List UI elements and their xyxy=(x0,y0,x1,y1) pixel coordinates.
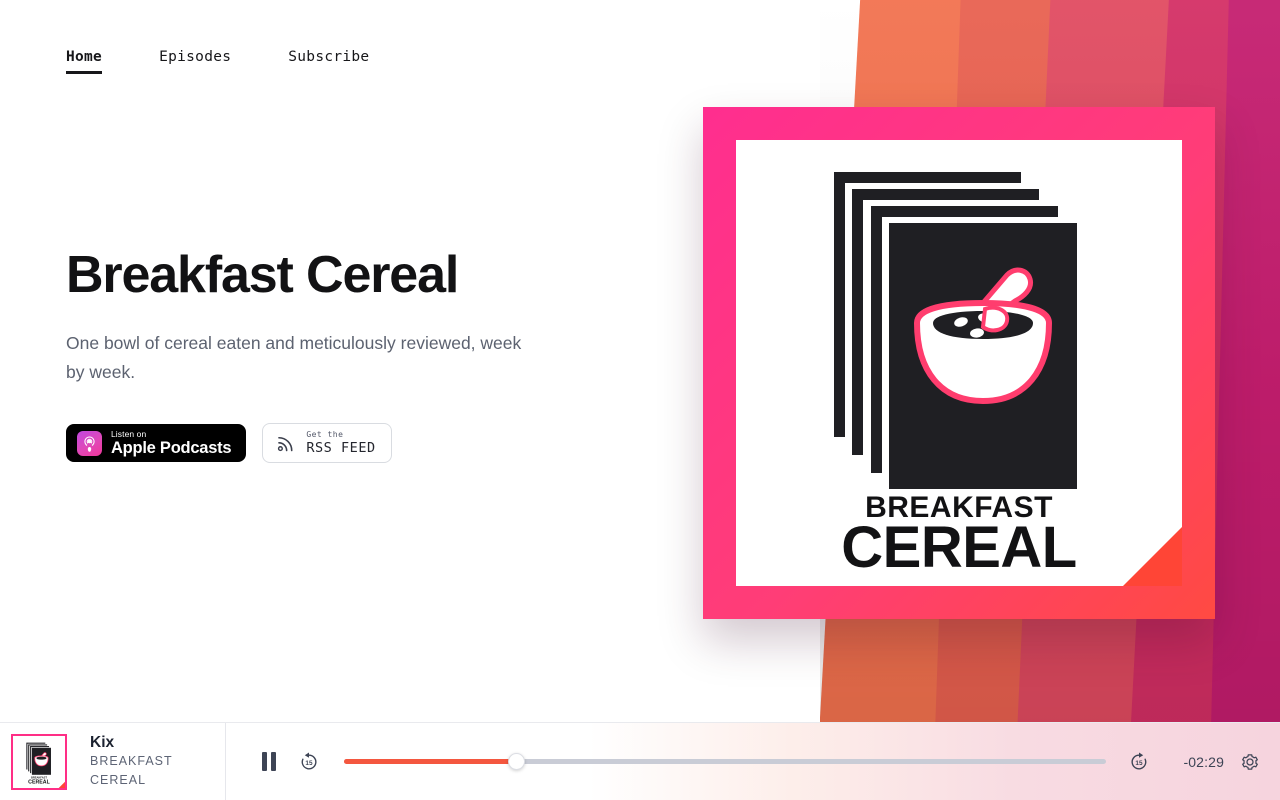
rewind-15-label: 15 xyxy=(305,760,313,767)
podcast-artwork: BREAKFAST CEREAL xyxy=(703,107,1215,619)
apple-badge-large-text: Apple Podcasts xyxy=(111,439,232,458)
rss-icon xyxy=(275,433,296,454)
player-transport-controls: 15 xyxy=(226,745,326,779)
progress-fill xyxy=(344,759,517,764)
nav-item-home[interactable]: Home xyxy=(66,48,103,74)
pause-button[interactable] xyxy=(256,749,282,775)
settings-button[interactable] xyxy=(1238,750,1262,774)
player-thumbnail-cell: BREAKFAST CEREAL xyxy=(0,723,78,800)
apple-badge-small-text: Listen on xyxy=(111,428,147,439)
rss-badge-large-text: RSS FEED xyxy=(306,439,376,456)
svg-text:CEREAL: CEREAL xyxy=(841,515,1076,580)
pause-icon xyxy=(271,752,276,771)
nav-item-episodes[interactable]: Episodes xyxy=(159,48,231,66)
player-progress-area xyxy=(326,753,1122,770)
subscribe-badges: Listen on Apple Podcasts Get the RSS FEE… xyxy=(66,423,606,464)
show-name-line-1: BREAKFAST xyxy=(90,754,173,768)
rss-feed-label: Get the RSS FEED xyxy=(306,429,376,456)
hero-subtitle: One bowl of cereal eaten and meticulousl… xyxy=(66,333,522,383)
hero-section: Breakfast Cereal One bowl of cereal eate… xyxy=(66,246,606,464)
show-name-line-2: CEREAL xyxy=(90,773,147,787)
apple-podcasts-label: Listen on Apple Podcasts xyxy=(111,428,232,458)
gear-icon xyxy=(1242,753,1258,770)
audio-player-bar: BREAKFAST CEREAL Kix BREAKFAST CEREAL 15 xyxy=(0,722,1280,800)
player-track-info: Kix BREAKFAST CEREAL xyxy=(78,722,226,800)
main-navigation: Home Episodes Subscribe xyxy=(66,48,369,74)
rss-badge-small-text: Get the xyxy=(306,429,344,439)
rss-feed-button[interactable]: Get the RSS FEED xyxy=(262,423,392,464)
forward-15-button[interactable]: 15 xyxy=(1122,745,1156,779)
player-artwork-thumbnail[interactable]: BREAKFAST CEREAL xyxy=(11,733,67,790)
progress-track[interactable] xyxy=(344,753,1106,770)
page-title: Breakfast Cereal xyxy=(66,246,459,304)
nav-item-subscribe[interactable]: Subscribe xyxy=(288,48,369,66)
svg-text:CEREAL: CEREAL xyxy=(28,779,50,785)
player-right-controls: 15 -02:29 xyxy=(1122,745,1280,779)
track-title: Kix xyxy=(90,734,115,751)
rewind-15-button[interactable]: 15 xyxy=(292,745,326,779)
time-remaining: -02:29 xyxy=(1183,753,1224,770)
podcast-homepage: Home Episodes Subscribe Breakfast Cereal… xyxy=(0,0,1280,800)
apple-podcasts-button[interactable]: Listen on Apple Podcasts xyxy=(66,424,247,463)
apple-podcasts-icon xyxy=(77,430,102,456)
progress-thumb[interactable] xyxy=(507,753,525,770)
pause-icon xyxy=(262,752,267,771)
forward-15-label: 15 xyxy=(1135,760,1143,767)
